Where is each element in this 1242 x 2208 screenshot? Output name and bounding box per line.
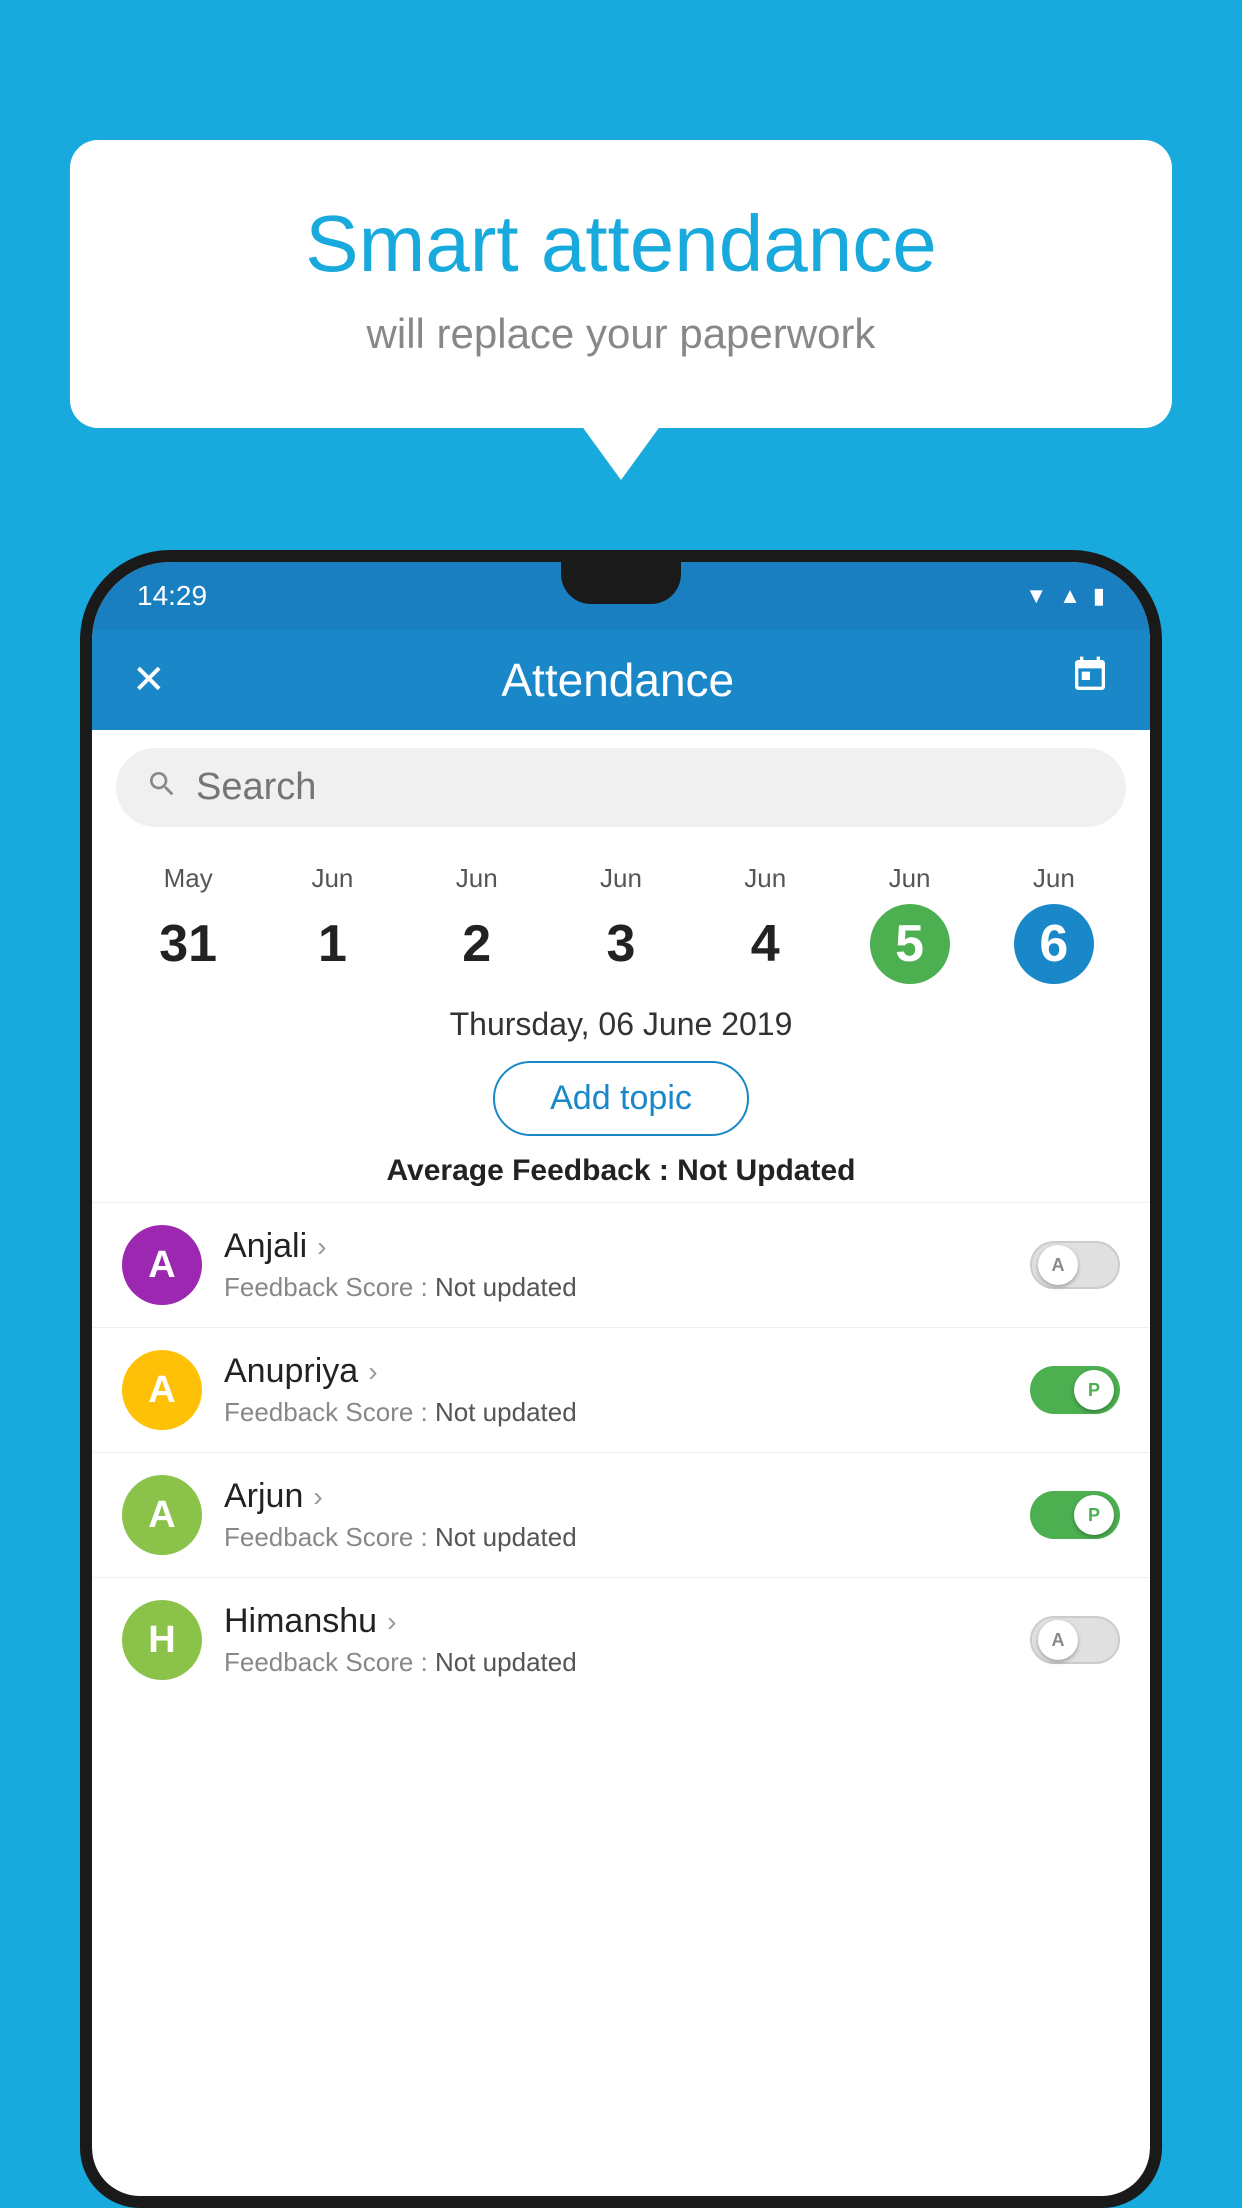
speech-bubble-container: Smart attendance will replace your paper…	[70, 140, 1172, 428]
status-bar: 14:29 ▼ ▲ ▮	[92, 562, 1150, 630]
bubble-subtitle: will replace your paperwork	[150, 310, 1092, 358]
feedback-score: Feedback Score : Not updated	[224, 1522, 1030, 1553]
cal-date[interactable]: 5	[870, 904, 950, 984]
student-info: Anupriya › Feedback Score : Not updated	[224, 1352, 1030, 1428]
student-item[interactable]: H Himanshu › Feedback Score : Not updated A	[92, 1577, 1150, 1702]
cal-month: Jun	[549, 863, 693, 894]
student-avatar: A	[122, 1475, 202, 1555]
selected-date-label: Thursday, 06 June 2019	[92, 1006, 1150, 1043]
search-bar[interactable]	[116, 748, 1126, 827]
header-title: Attendance	[501, 653, 734, 707]
student-item[interactable]: AAnjali ›Feedback Score : Not updatedA	[92, 1202, 1150, 1327]
status-icons: ▼ ▲ ▮	[1025, 583, 1105, 609]
wifi-icon: ▼	[1025, 583, 1047, 609]
toggle-knob: P	[1074, 1370, 1114, 1410]
cal-month: Jun	[260, 863, 404, 894]
student-avatar: H	[122, 1600, 202, 1680]
cal-date[interactable]: 3	[581, 904, 661, 984]
attendance-toggle[interactable]: P	[1030, 1491, 1120, 1539]
toggle-switch[interactable]: A	[1030, 1241, 1120, 1289]
calendar-icon[interactable]	[1070, 655, 1110, 705]
feedback-score: Feedback Score : Not updated	[224, 1647, 1030, 1678]
status-time: 14:29	[137, 580, 207, 612]
student-name: Himanshu ›	[224, 1602, 1030, 1641]
avg-feedback-value: Not Updated	[677, 1154, 855, 1187]
app-header: ✕ Attendance	[92, 630, 1150, 730]
calendar-day[interactable]: Jun 2	[405, 863, 549, 984]
student-avatar: A	[122, 1225, 202, 1305]
toggle-knob: A	[1038, 1245, 1078, 1285]
student-name: Anjali ›	[224, 1227, 1030, 1266]
cal-month: Jun	[405, 863, 549, 894]
cal-date[interactable]: 1	[292, 904, 372, 984]
cal-month: Jun	[982, 863, 1126, 894]
bubble-title: Smart attendance	[150, 200, 1092, 288]
toggle-switch[interactable]: P	[1030, 1366, 1120, 1414]
calendar-day[interactable]: Jun 4	[693, 863, 837, 984]
student-info: Anjali › Feedback Score : Not updated	[224, 1227, 1030, 1303]
phone-screen: 14:29 ▼ ▲ ▮ ✕ Attendance	[92, 562, 1150, 2196]
search-input[interactable]	[196, 766, 1096, 809]
avg-feedback: Average Feedback : Not Updated	[92, 1154, 1150, 1188]
search-icon	[146, 768, 178, 808]
student-info: Arjun › Feedback Score : Not updated	[224, 1477, 1030, 1553]
cal-month: Jun	[693, 863, 837, 894]
calendar-day[interactable]: Jun 1	[260, 863, 404, 984]
close-button[interactable]: ✕	[132, 657, 166, 703]
speech-bubble: Smart attendance will replace your paper…	[70, 140, 1172, 428]
cal-date[interactable]: 4	[725, 904, 805, 984]
chevron-icon: ›	[317, 1231, 326, 1263]
cal-date[interactable]: 6	[1014, 904, 1094, 984]
chevron-icon: ›	[313, 1481, 322, 1513]
attendance-toggle[interactable]: A	[1030, 1616, 1120, 1664]
calendar-day[interactable]: Jun 5	[837, 863, 981, 984]
calendar-day[interactable]: Jun 3	[549, 863, 693, 984]
attendance-toggle[interactable]: P	[1030, 1366, 1120, 1414]
student-name: Anupriya ›	[224, 1352, 1030, 1391]
signal-icon: ▲	[1059, 583, 1081, 609]
feedback-score: Feedback Score : Not updated	[224, 1397, 1030, 1428]
cal-month: May	[116, 863, 260, 894]
chevron-icon: ›	[387, 1606, 396, 1638]
attendance-toggle[interactable]: A	[1030, 1241, 1120, 1289]
calendar-day[interactable]: Jun 6	[982, 863, 1126, 984]
calendar-row: May 31 Jun 1 Jun 2 Jun 3 Jun 4 Jun 5 Jun 6	[92, 845, 1150, 984]
calendar-day[interactable]: May 31	[116, 863, 260, 984]
cal-date[interactable]: 2	[437, 904, 517, 984]
battery-icon: ▮	[1093, 583, 1105, 609]
student-avatar: A	[122, 1350, 202, 1430]
student-info: Himanshu › Feedback Score : Not updated	[224, 1602, 1030, 1678]
student-item[interactable]: A Arjun › Feedback Score : Not updated P	[92, 1452, 1150, 1577]
feedback-score: Feedback Score : Not updated	[224, 1272, 1030, 1303]
toggle-knob: A	[1038, 1620, 1078, 1660]
student-list: AAnjali ›Feedback Score : Not updatedAAA…	[92, 1202, 1150, 2196]
student-item[interactable]: A Anupriya › Feedback Score : Not updated P	[92, 1327, 1150, 1452]
student-name: Arjun ›	[224, 1477, 1030, 1516]
toggle-switch[interactable]: A	[1030, 1616, 1120, 1664]
toggle-switch[interactable]: P	[1030, 1491, 1120, 1539]
cal-month: Jun	[837, 863, 981, 894]
phone-notch	[561, 562, 681, 604]
avg-feedback-prefix: Average Feedback :	[386, 1154, 677, 1187]
phone-inner: 14:29 ▼ ▲ ▮ ✕ Attendance	[92, 562, 1150, 2196]
toggle-knob: P	[1074, 1495, 1114, 1535]
add-topic-button[interactable]: Add topic	[493, 1061, 749, 1136]
chevron-icon: ›	[368, 1356, 377, 1388]
phone-frame: 14:29 ▼ ▲ ▮ ✕ Attendance	[80, 550, 1162, 2208]
cal-date[interactable]: 31	[148, 904, 228, 984]
